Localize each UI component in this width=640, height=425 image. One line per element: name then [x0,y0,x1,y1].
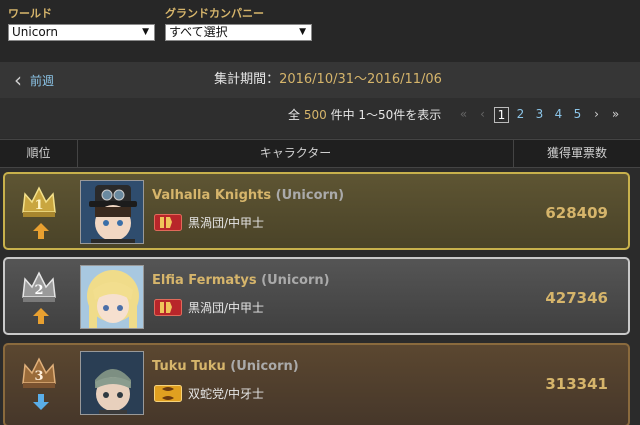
rank-number: 3 [34,369,43,384]
period-value: 2016/10/31～2016/11/06 [279,72,442,87]
prev-page-button[interactable]: ‹ [473,107,492,123]
chevron-down-icon: ▼ [299,27,306,37]
avatar[interactable] [80,265,144,329]
crown-icon: 1 [22,186,56,217]
character-name-line: Tuku Tuku (Unicorn) [152,359,299,374]
maelstrom-icon [154,214,182,231]
grand-company-rank: 双蛇党/中牙士 [188,387,265,401]
grand-company-line: 黒渦団/中甲士 [154,214,264,231]
character-name-line: Valhalla Knights (Unicorn) [152,188,344,203]
crown-icon: 2 [22,271,56,302]
grand-company-line: 双蛇党/中牙士 [154,385,264,402]
period-display: 集計期間：2016/10/31～2016/11/06 [0,62,640,98]
chevron-down-icon: ▼ [142,27,149,37]
table-header: 順位 キャラクター 獲得軍票数 [0,139,640,168]
rank-cell: 3 [13,353,71,413]
page-2-button[interactable]: 2 [511,107,530,123]
trend-up-icon [33,223,49,239]
period-bar: 集計期間：2016/10/31～2016/11/06 ‹ 前週 [0,62,640,98]
prev-week-link[interactable]: ‹ 前週 [14,62,54,98]
count-total: 500 [303,108,327,122]
header-character: キャラクター [78,140,514,167]
last-page-button[interactable]: » [606,107,625,123]
avatar[interactable] [80,351,144,415]
avatar[interactable] [80,180,144,244]
rank-number: 1 [34,198,43,213]
pager-bar: 全 500 件中 1～50件を表示 « ‹ 1 2 3 4 5 › » [0,98,640,138]
character-world: (Unicorn) [230,359,299,374]
maelstrom-icon [154,299,182,316]
prev-week-label: 前週 [30,73,55,88]
page-4-button[interactable]: 4 [549,107,568,123]
grand-company-rank: 黒渦団/中甲士 [188,301,265,315]
crown-icon: 3 [22,357,56,388]
world-select-value: Unicorn [12,25,58,39]
header-rank: 順位 [0,140,78,167]
grand-company-filter: グランドカンパニー すべて選択 ▼ [165,6,312,41]
rank-cell: 1 [13,182,71,242]
pagination: « ‹ 1 2 3 4 5 › » [454,107,625,123]
table-row[interactable]: 1 Valhalla Knights (Unicorn) 黒渦団/中甲士 628… [3,172,630,250]
world-select[interactable]: Unicorn ▼ [8,24,155,41]
score-value: 628409 [545,204,608,222]
rank-number: 2 [34,283,43,298]
character-name[interactable]: Valhalla Knights [152,188,271,203]
count-prefix: 全 [288,108,301,122]
header-votes: 獲得軍票数 [546,146,607,160]
grand-company-line: 黒渦団/中甲士 [154,299,264,316]
page-1-button[interactable]: 1 [494,107,509,123]
filter-bar: ワールド Unicorn ▼ グランドカンパニー すべて選択 ▼ [0,0,640,62]
character-world: (Unicorn) [261,273,330,288]
table-row[interactable]: 3 Tuku Tuku (Unicorn) 双蛇党/中牙士 313341 [3,343,630,425]
chevron-left-icon: ‹ [14,68,22,92]
character-name-line: Elfia Fermatys (Unicorn) [152,273,330,288]
period-label: 集計期間： [214,72,280,87]
grand-company-select[interactable]: すべて選択 ▼ [165,24,312,41]
grand-company-select-value: すべて選択 [169,25,228,39]
rank-cell: 2 [13,267,71,327]
world-filter: ワールド Unicorn ▼ [8,6,155,41]
character-name[interactable]: Elfia Fermatys [152,273,257,288]
first-page-button[interactable]: « [454,107,473,123]
result-count: 全 500 件中 1～50件を表示 [288,98,441,132]
page-5-button[interactable]: 5 [568,107,587,123]
grand-company-filter-label: グランドカンパニー [165,7,264,20]
table-row[interactable]: 2 Elfia Fermatys (Unicorn) 黒渦団/中甲士 42734… [3,257,630,335]
score-value: 427346 [545,289,608,307]
trend-down-icon [33,394,49,410]
character-name[interactable]: Tuku Tuku [152,359,226,374]
count-suffix: 件中 1～50件を表示 [330,108,442,122]
trend-up-icon [33,308,49,324]
world-filter-label: ワールド [8,7,52,20]
character-world: (Unicorn) [275,188,345,203]
twin-adder-icon [154,385,182,402]
next-page-button[interactable]: › [587,107,606,123]
page-3-button[interactable]: 3 [530,107,549,123]
score-value: 313341 [545,375,608,393]
grand-company-rank: 黒渦団/中甲士 [188,216,265,230]
